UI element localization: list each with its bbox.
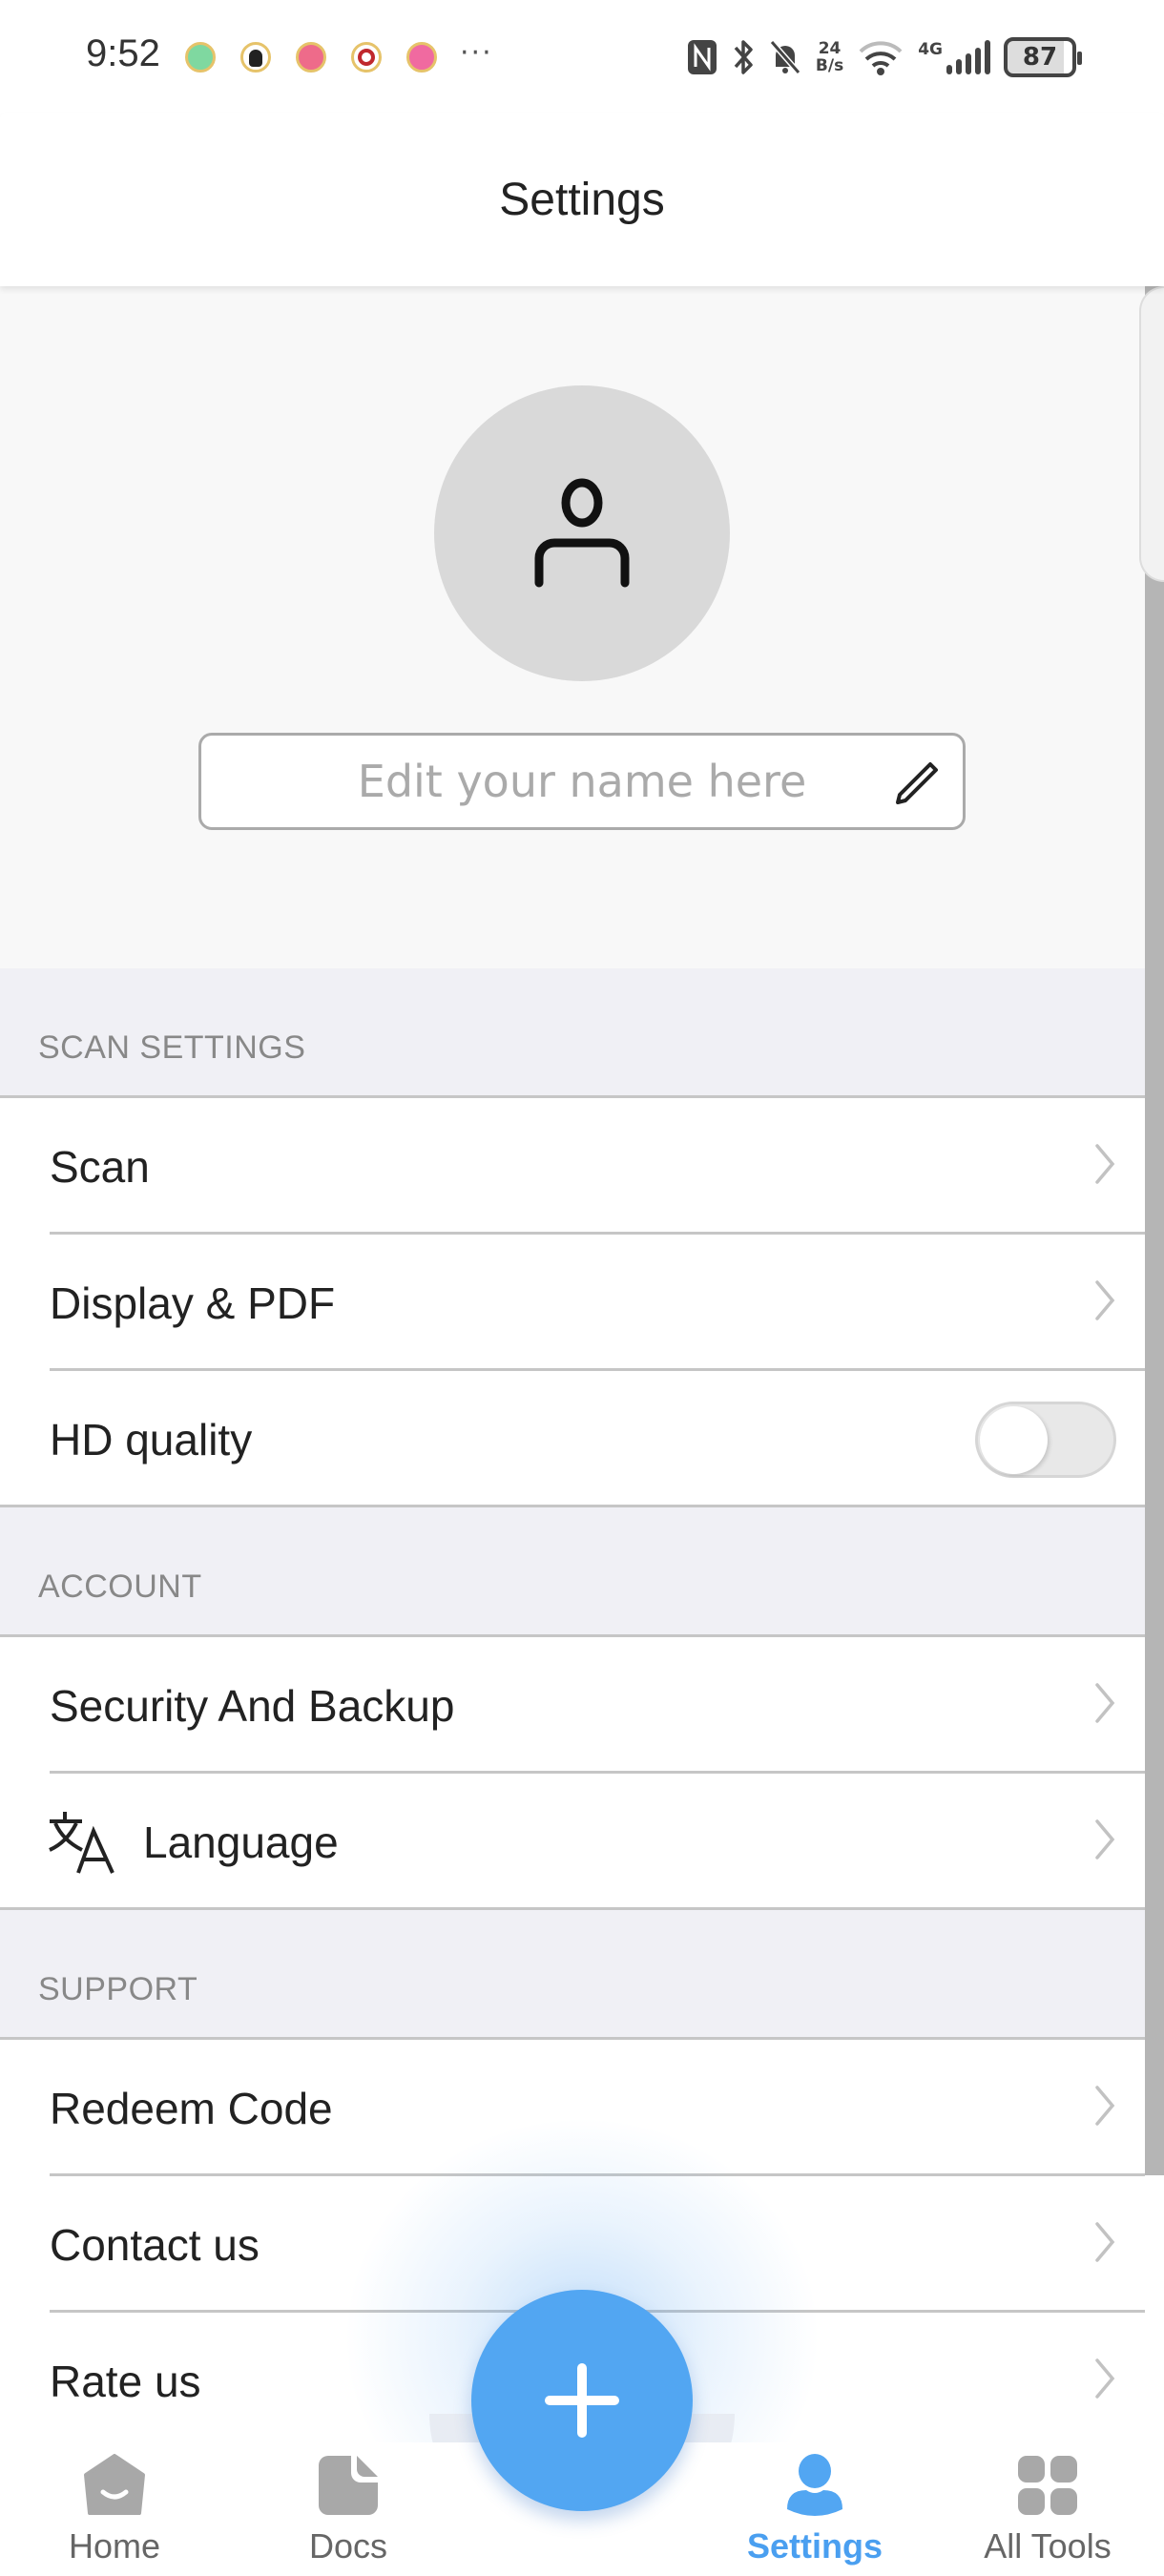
qq-app-icon — [240, 42, 271, 73]
chevron-right-icon — [1095, 2222, 1115, 2262]
document-icon — [319, 2456, 378, 2515]
chevron-right-icon — [1095, 1819, 1115, 1859]
section-header-account: ACCOUNT — [0, 1507, 1145, 1637]
settings-item-hd-quality: HD quality — [0, 1371, 1145, 1507]
section-header-scan-settings: SCAN SETTINGS — [0, 968, 1145, 1098]
cellular-signal: 4G — [918, 40, 990, 74]
nav-item-docs[interactable]: Docs — [253, 2442, 444, 2576]
app-header: Settings — [0, 113, 1164, 286]
settings-item-language[interactable]: Language — [0, 1774, 1145, 1910]
chevron-right-icon — [1095, 1280, 1115, 1320]
toggle-knob — [980, 1406, 1048, 1474]
name-field[interactable] — [198, 733, 966, 830]
grid-icon — [1018, 2456, 1077, 2515]
translate-icon — [49, 1812, 114, 1874]
hd-quality-toggle[interactable] — [975, 1402, 1116, 1478]
pencil-icon[interactable] — [892, 758, 942, 808]
chevron-right-icon — [1095, 2358, 1115, 2399]
bank-app-icon — [351, 42, 382, 73]
chevron-right-icon — [1095, 1683, 1115, 1723]
scrollbar-handle[interactable] — [1139, 286, 1164, 582]
profile-section — [0, 286, 1164, 968]
name-input[interactable] — [296, 756, 868, 807]
settings-item-redeem-code[interactable]: Redeem Code — [0, 2040, 1145, 2176]
wifi-icon — [859, 41, 903, 75]
chevron-right-icon — [1095, 2086, 1115, 2126]
nav-item-settings[interactable]: Settings — [719, 2442, 910, 2576]
plus-icon — [545, 2363, 619, 2438]
more-notifications-icon: ··· — [460, 36, 493, 70]
status-bar: 9:52 ··· 24 B/s 4G 87 — [0, 0, 1164, 113]
nfc-icon — [687, 40, 717, 74]
mute-bell-icon — [769, 40, 801, 74]
bluetooth-icon — [734, 40, 753, 74]
settings-item-display-pdf[interactable]: Display & PDF — [0, 1235, 1145, 1371]
battery-icon: 87 — [1004, 37, 1082, 77]
nav-item-home[interactable]: Home — [19, 2442, 210, 2576]
network-speed: 24 B/s — [815, 39, 844, 75]
status-time: 9:52 — [86, 32, 160, 74]
signal-bars-icon — [946, 40, 990, 74]
person-icon — [787, 2454, 842, 2516]
avatar[interactable] — [434, 385, 730, 681]
wechat-app-icon — [185, 42, 216, 73]
user-icon — [534, 478, 630, 588]
page-title: Settings — [499, 175, 665, 225]
settings-item-security-backup[interactable]: Security And Backup — [0, 1637, 1145, 1774]
settings-item-scan[interactable]: Scan — [0, 1098, 1145, 1235]
add-scan-button[interactable] — [471, 2290, 693, 2511]
bilibili-app-icon — [296, 42, 326, 73]
chevron-right-icon — [1095, 1144, 1115, 1184]
home-icon — [84, 2454, 145, 2515]
shopping-app-icon — [406, 42, 437, 73]
section-header-support: SUPPORT — [0, 1910, 1145, 2040]
nav-item-all-tools[interactable]: All Tools — [952, 2442, 1143, 2576]
